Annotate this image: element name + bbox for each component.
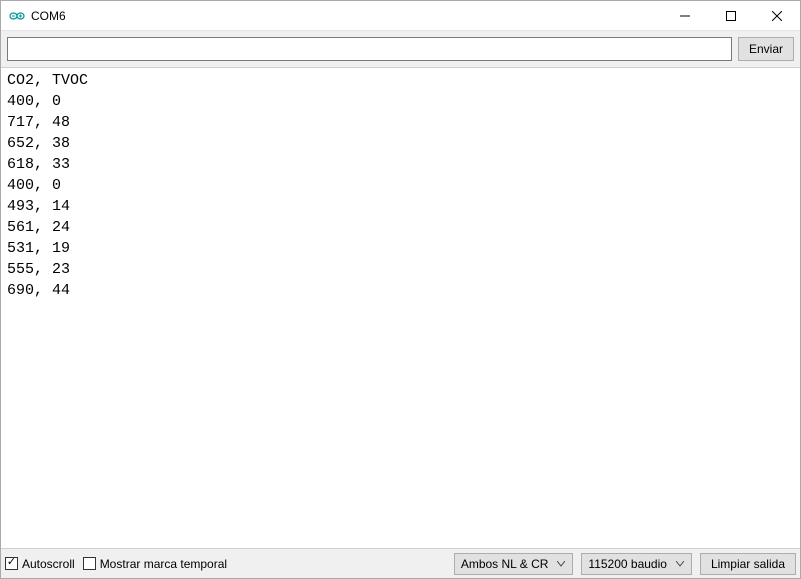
autoscroll-checkbox[interactable] xyxy=(5,557,18,570)
serial-output: CO2, TVOC 400, 0 717, 48 652, 38 618, 33… xyxy=(1,67,800,548)
maximize-button[interactable] xyxy=(708,1,754,30)
send-button[interactable]: Enviar xyxy=(738,37,794,61)
bottom-bar: Autoscroll Mostrar marca temporal Ambos … xyxy=(1,548,800,578)
clear-output-button[interactable]: Limpiar salida xyxy=(700,553,796,575)
timestamp-option[interactable]: Mostrar marca temporal xyxy=(83,557,227,571)
serial-input[interactable] xyxy=(7,37,732,61)
chevron-down-icon xyxy=(673,561,687,567)
send-row: Enviar xyxy=(1,31,800,67)
timestamp-label: Mostrar marca temporal xyxy=(100,557,227,571)
line-ending-select[interactable]: Ambos NL & CR xyxy=(454,553,574,575)
titlebar: COM6 xyxy=(1,1,800,31)
minimize-button[interactable] xyxy=(662,1,708,30)
line-ending-value: Ambos NL & CR xyxy=(461,557,549,571)
baud-rate-select[interactable]: 115200 baudio xyxy=(581,553,692,575)
serial-monitor-window: COM6 Enviar CO2, TVOC 400, 0 717, 48 652… xyxy=(0,0,801,579)
autoscroll-option[interactable]: Autoscroll xyxy=(5,557,75,571)
timestamp-checkbox[interactable] xyxy=(83,557,96,570)
arduino-icon xyxy=(9,8,25,24)
window-title: COM6 xyxy=(31,9,66,23)
window-controls xyxy=(662,1,800,30)
close-button[interactable] xyxy=(754,1,800,30)
baud-rate-value: 115200 baudio xyxy=(588,557,667,571)
autoscroll-label: Autoscroll xyxy=(22,557,75,571)
chevron-down-icon xyxy=(554,561,568,567)
